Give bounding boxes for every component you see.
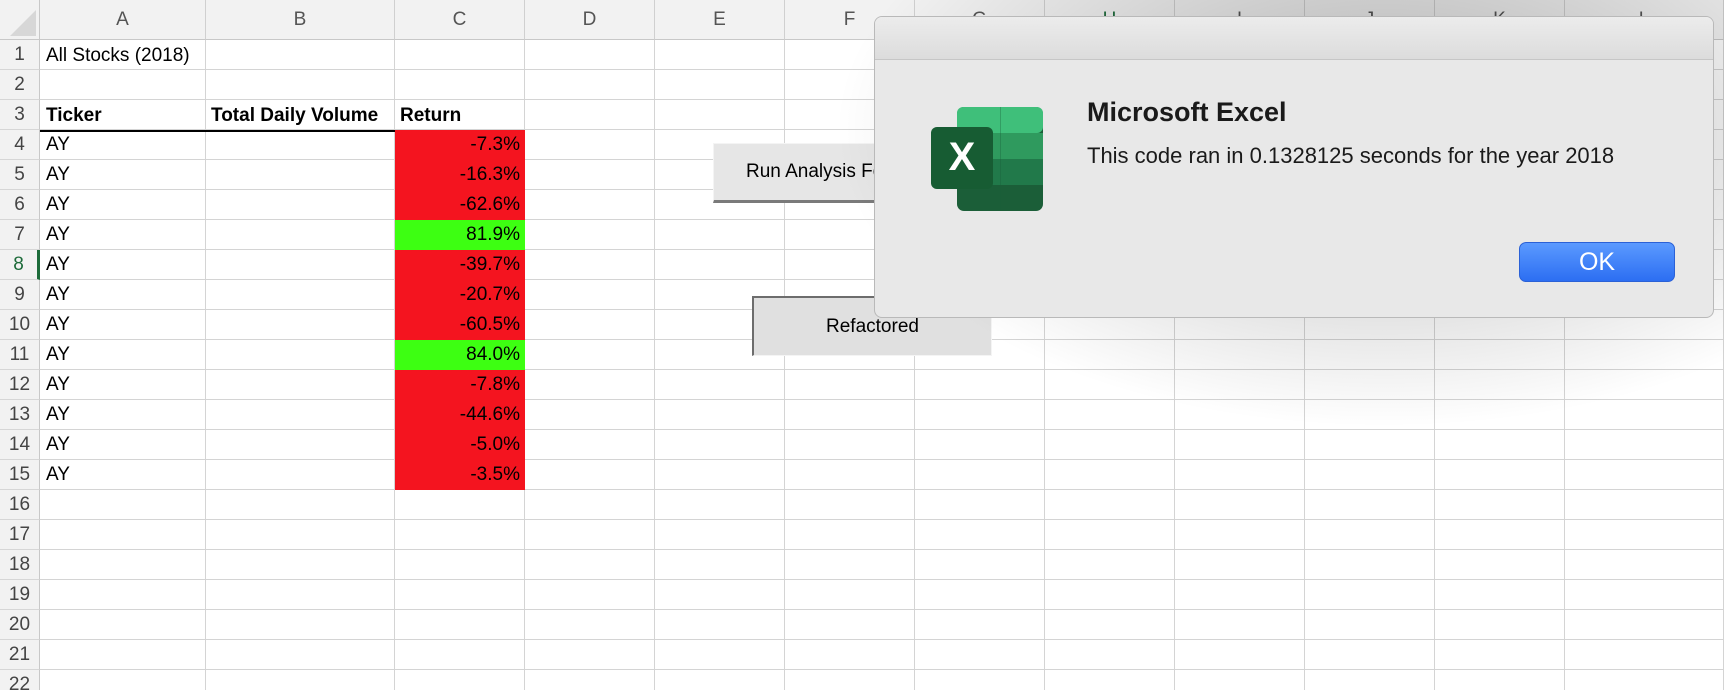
gridline-vertical <box>654 40 655 690</box>
cell-a1-title[interactable]: All Stocks (2018) <box>41 41 195 71</box>
column-header-e[interactable]: E <box>655 0 785 40</box>
gridline-horizontal <box>40 369 1724 370</box>
row-header-14[interactable]: 14 <box>0 430 40 460</box>
row-header-5[interactable]: 5 <box>0 160 40 190</box>
row-header-8[interactable]: 8 <box>0 250 40 280</box>
gridline-horizontal <box>40 669 1724 670</box>
row-header-17[interactable]: 17 <box>0 520 40 550</box>
gridline-horizontal <box>40 429 1724 430</box>
column-header-c[interactable]: C <box>395 0 525 40</box>
gridline-horizontal <box>40 549 1724 550</box>
cell-volume[interactable] <box>207 400 217 430</box>
cell-volume[interactable] <box>207 460 217 490</box>
row-header-22[interactable]: 22 <box>0 670 40 690</box>
cell-return[interactable]: -20.7% <box>395 280 525 310</box>
cell-return[interactable]: 84.0% <box>395 340 525 370</box>
column-header-d[interactable]: D <box>525 0 655 40</box>
cell-return[interactable]: -7.8% <box>395 370 525 400</box>
cell-volume[interactable] <box>207 160 217 190</box>
row-header-9[interactable]: 9 <box>0 280 40 310</box>
alert-dialog: X Microsoft Excel This code ran in 0.132… <box>874 16 1714 318</box>
gridline-vertical <box>205 40 206 690</box>
cell-return[interactable]: -60.5% <box>395 310 525 340</box>
dialog-message: This code ran in 0.1328125 seconds for t… <box>1087 143 1615 168</box>
cell-volume[interactable] <box>207 310 217 340</box>
row-header-16[interactable]: 16 <box>0 490 40 520</box>
dialog-titlebar[interactable] <box>875 17 1713 60</box>
column-header-a[interactable]: A <box>40 0 206 40</box>
row-header-19[interactable]: 19 <box>0 580 40 610</box>
row-header-4[interactable]: 4 <box>0 130 40 160</box>
column-header-b[interactable]: B <box>206 0 395 40</box>
cell-volume[interactable] <box>207 340 217 370</box>
cell-return[interactable]: -44.6% <box>395 400 525 430</box>
cell-return[interactable]: -39.7% <box>395 250 525 280</box>
row-header-12[interactable]: 12 <box>0 370 40 400</box>
cell-return[interactable]: -5.0% <box>395 430 525 460</box>
row-header-20[interactable]: 20 <box>0 610 40 640</box>
gridline-horizontal <box>40 579 1724 580</box>
cell-ticker[interactable]: AY <box>41 280 75 310</box>
cell-return[interactable]: -7.3% <box>395 130 525 160</box>
cell-ticker[interactable]: AY <box>41 430 75 460</box>
cell-ticker[interactable]: AY <box>41 340 75 370</box>
row-header-18[interactable]: 18 <box>0 550 40 580</box>
cell-ticker[interactable]: AY <box>41 160 75 190</box>
row-header-7[interactable]: 7 <box>0 220 40 250</box>
excel-icon-letter: X <box>949 135 976 179</box>
dialog-title: Microsoft Excel <box>1087 97 1287 127</box>
gridline-horizontal <box>40 519 1724 520</box>
row-header-6[interactable]: 6 <box>0 190 40 220</box>
gridline-horizontal <box>40 399 1724 400</box>
cell-volume[interactable] <box>207 430 217 460</box>
excel-app-icon: X <box>931 107 1043 211</box>
cell-ticker[interactable]: AY <box>41 400 75 430</box>
header-total-daily-volume[interactable]: Total Daily Volume <box>206 101 383 131</box>
gridline-horizontal <box>40 639 1724 640</box>
cell-return[interactable]: 81.9% <box>395 220 525 250</box>
cell-volume[interactable] <box>207 130 217 160</box>
cell-ticker[interactable]: AY <box>41 190 75 220</box>
cell-volume[interactable] <box>207 280 217 310</box>
gridline-vertical <box>784 40 785 690</box>
cell-return[interactable]: -3.5% <box>395 460 525 490</box>
cell-volume[interactable] <box>207 190 217 220</box>
row-header-21[interactable]: 21 <box>0 640 40 670</box>
cell-volume[interactable] <box>207 220 217 250</box>
ok-button[interactable]: OK <box>1519 242 1675 282</box>
cell-return[interactable]: -62.6% <box>395 190 525 220</box>
row-header-3[interactable]: 3 <box>0 100 40 130</box>
header-return[interactable]: Return <box>395 101 466 131</box>
row-header-2[interactable]: 2 <box>0 70 40 100</box>
cell-ticker[interactable]: AY <box>41 370 75 400</box>
gridline-horizontal <box>40 459 1724 460</box>
row-header-11[interactable]: 11 <box>0 340 40 370</box>
header-ticker[interactable]: Ticker <box>41 101 107 131</box>
select-all-corner[interactable] <box>0 0 40 40</box>
row-header-13[interactable]: 13 <box>0 400 40 430</box>
gridline-horizontal <box>40 489 1724 490</box>
cell-ticker[interactable]: AY <box>41 220 75 250</box>
row-header-15[interactable]: 15 <box>0 460 40 490</box>
cell-volume[interactable] <box>207 250 217 280</box>
row-header-1[interactable]: 1 <box>0 40 40 70</box>
cell-ticker[interactable]: AY <box>41 460 75 490</box>
row-header-10[interactable]: 10 <box>0 310 40 340</box>
cell-ticker[interactable]: AY <box>41 310 75 340</box>
cell-ticker[interactable]: AY <box>41 130 75 160</box>
cell-volume[interactable] <box>207 370 217 400</box>
cell-return[interactable]: -16.3% <box>395 160 525 190</box>
cell-ticker[interactable]: AY <box>41 250 75 280</box>
gridline-horizontal <box>40 609 1724 610</box>
